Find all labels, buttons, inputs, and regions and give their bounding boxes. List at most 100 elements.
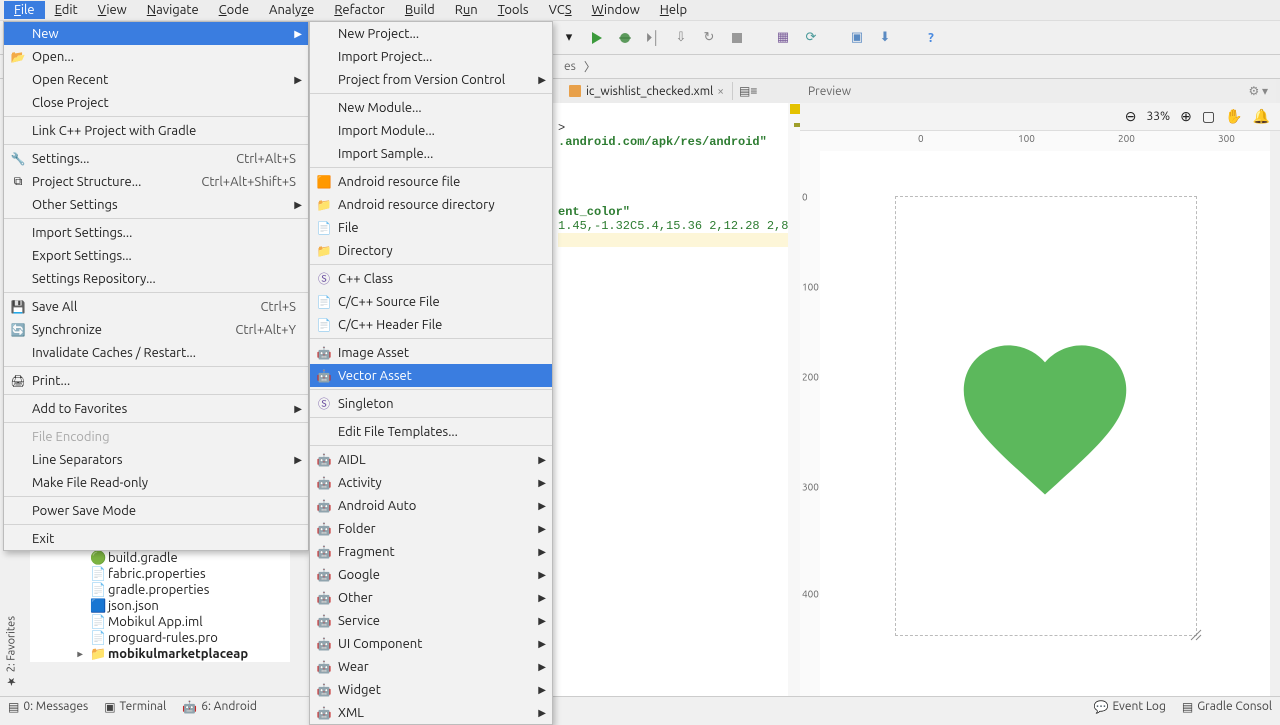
menu-link-cpp[interactable]: Link C++ Project with Gradle (4, 119, 308, 142)
menubar-build[interactable]: Build (395, 1, 445, 19)
dropdown-arrow-icon[interactable]: ▾ (560, 29, 578, 47)
menubar-refactor[interactable]: Refactor (324, 1, 395, 19)
menu-service[interactable]: 🤖Service▶ (310, 609, 552, 632)
menu-new-project[interactable]: New Project... (310, 22, 552, 45)
menu-edit-templates[interactable]: Edit File Templates... (310, 420, 552, 443)
menu-save-all[interactable]: 💾 Save All Ctrl+S (4, 295, 308, 318)
menu-activity[interactable]: 🤖Activity▶ (310, 471, 552, 494)
menubar-analyze[interactable]: Analyze (259, 1, 324, 19)
menu-settings[interactable]: 🔧 Settings... Ctrl+Alt+S (4, 147, 308, 170)
menu-project-structure[interactable]: ⧉ Project Structure... Ctrl+Alt+Shift+S (4, 170, 308, 193)
sb-event-log[interactable]: 💬Event Log (1094, 700, 1166, 714)
tab-ic-wishlist[interactable]: ic_wishlist_checked.xml × (560, 82, 733, 100)
menu-import-module[interactable]: Import Module... (310, 119, 552, 142)
menu-file[interactable]: 📄File (310, 216, 552, 239)
menubar-tools[interactable]: Tools (488, 1, 539, 19)
zoom-in-icon[interactable]: ⊕ (1180, 108, 1192, 125)
project-tree[interactable]: 📄.gitignore 🟢build.gradle 📄fabric.proper… (30, 534, 290, 662)
menu-other-settings[interactable]: Other Settings▶ (4, 193, 308, 216)
menu-c-header[interactable]: 📄C/C++ Header File (310, 313, 552, 336)
menubar-run[interactable]: Run (445, 1, 488, 19)
gear-icon[interactable]: ⚙ ▾ (1248, 84, 1268, 98)
expand-icon[interactable]: ▸ (74, 648, 86, 660)
menubar-code[interactable]: Code (209, 1, 259, 19)
menu-open[interactable]: 📂 Open... (4, 45, 308, 68)
menu-fragment[interactable]: 🤖Fragment▶ (310, 540, 552, 563)
menu-other[interactable]: 🤖Other▶ (310, 586, 552, 609)
sb-android[interactable]: 🤖6: Android (182, 700, 257, 714)
tree-proguard[interactable]: 📄proguard-rules.pro (30, 630, 290, 646)
notifications-icon[interactable]: 🔔 (1253, 108, 1270, 125)
menu-make-readonly[interactable]: Make File Read-only (4, 471, 308, 494)
menu-power-save-mode[interactable]: Power Save Mode (4, 499, 308, 522)
menu-exit[interactable]: Exit (4, 527, 308, 550)
menubar-view[interactable]: View (88, 1, 137, 19)
attach-icon[interactable]: ⇩ (672, 29, 690, 47)
menu-vector-asset[interactable]: 🤖Vector Asset (310, 364, 552, 387)
run-icon[interactable] (588, 29, 606, 47)
resize-handle-icon[interactable] (1189, 628, 1203, 642)
menu-print[interactable]: 🖨 Print... (4, 369, 308, 392)
menu-new[interactable]: New▶ (4, 22, 308, 45)
menu-c-source[interactable]: 📄C/C++ Source File (310, 290, 552, 313)
menu-line-separators[interactable]: Line Separators▶ (4, 448, 308, 471)
menu-singleton[interactable]: ⓈSingleton (310, 392, 552, 415)
menu-google[interactable]: 🤖Google▶ (310, 563, 552, 586)
menu-close-project[interactable]: Close Project (4, 91, 308, 114)
tree-fabric[interactable]: 📄fabric.properties (30, 566, 290, 582)
menu-import-project[interactable]: Import Project... (310, 45, 552, 68)
menu-xml[interactable]: 🤖XML▶ (310, 701, 552, 724)
menu-synchronize[interactable]: 🔄 Synchronize Ctrl+Alt+Y (4, 318, 308, 341)
menu-widget[interactable]: 🤖Widget▶ (310, 678, 552, 701)
menu-add-favorites[interactable]: Add to Favorites▶ (4, 397, 308, 420)
menubar-window[interactable]: Window (582, 1, 650, 19)
debug-icon[interactable] (616, 29, 634, 47)
menu-open-recent[interactable]: Open Recent▶ (4, 68, 308, 91)
stop-icon[interactable] (728, 29, 746, 47)
tree-build-gradle[interactable]: 🟢build.gradle (30, 550, 290, 566)
menu-project-vcs[interactable]: Project from Version Control▶ (310, 68, 552, 91)
restart-icon[interactable]: ↻ (700, 29, 718, 47)
tools2-icon[interactable]: ⬇ (876, 29, 894, 47)
menubar-help[interactable]: Help (650, 1, 697, 19)
favorites-tool-window[interactable]: ★ 2: Favorites (5, 612, 18, 692)
menu-import-settings[interactable]: Import Settings... (4, 221, 308, 244)
tree-iml[interactable]: 📄Mobikul App.iml (30, 614, 290, 630)
menu-image-asset[interactable]: 🤖Image Asset (310, 341, 552, 364)
tree-json[interactable]: 🟦json.json (30, 598, 290, 614)
help-icon[interactable]: ? (922, 29, 940, 47)
menu-new-module[interactable]: New Module... (310, 96, 552, 119)
code-editor[interactable]: > .android.com/apk/res/android" ent_colo… (552, 103, 800, 696)
menu-android-res-dir[interactable]: 📁Android resource directory (310, 193, 552, 216)
zoom-out-icon[interactable]: ⊖ (1125, 108, 1137, 125)
menu-android-auto[interactable]: 🤖Android Auto▶ (310, 494, 552, 517)
profiler-icon[interactable]: ⏵│ (644, 29, 662, 47)
menu-invalidate-caches[interactable]: Invalidate Caches / Restart... (4, 341, 308, 364)
menu-ui-component[interactable]: 🤖UI Component▶ (310, 632, 552, 655)
sb-gradle-console[interactable]: ▤Gradle Consol (1182, 700, 1272, 714)
menu-import-sample[interactable]: Import Sample... (310, 142, 552, 165)
tree-gradle-props[interactable]: 📄gradle.properties (30, 582, 290, 598)
menu-folder[interactable]: 🤖Folder▶ (310, 517, 552, 540)
sdk-icon[interactable]: ⟳ (802, 29, 820, 47)
warning-marker-icon[interactable] (790, 104, 800, 114)
tools1-icon[interactable]: ▣ (848, 29, 866, 47)
menu-android-res-file[interactable]: 🟧Android resource file (310, 170, 552, 193)
tab-editor-mode-icon[interactable]: ▤≡ (739, 84, 757, 98)
breadcrumb-item[interactable]: es (560, 60, 580, 73)
preview-canvas[interactable] (820, 151, 1270, 696)
pan-icon[interactable]: ✋ (1225, 108, 1242, 125)
menubar-navigate[interactable]: Navigate (137, 1, 209, 19)
menubar-file[interactable]: File (4, 1, 45, 19)
sb-terminal[interactable]: ▣Terminal (104, 700, 166, 714)
menu-settings-repo[interactable]: Settings Repository... (4, 267, 308, 290)
close-tab-icon[interactable]: × (717, 85, 724, 98)
tree-module[interactable]: ▸ 📁mobikulmarketplaceap (30, 646, 290, 662)
menu-export-settings[interactable]: Export Settings... (4, 244, 308, 267)
menubar-edit[interactable]: Edit (45, 1, 88, 19)
menu-aidl[interactable]: 🤖AIDL▶ (310, 448, 552, 471)
sb-messages[interactable]: ▤0: Messages (8, 700, 88, 714)
avd-icon[interactable]: ▦ (774, 29, 792, 47)
zoom-fit-icon[interactable]: ▢ (1202, 108, 1215, 125)
menu-cpp-class[interactable]: ⓈC++ Class (310, 267, 552, 290)
